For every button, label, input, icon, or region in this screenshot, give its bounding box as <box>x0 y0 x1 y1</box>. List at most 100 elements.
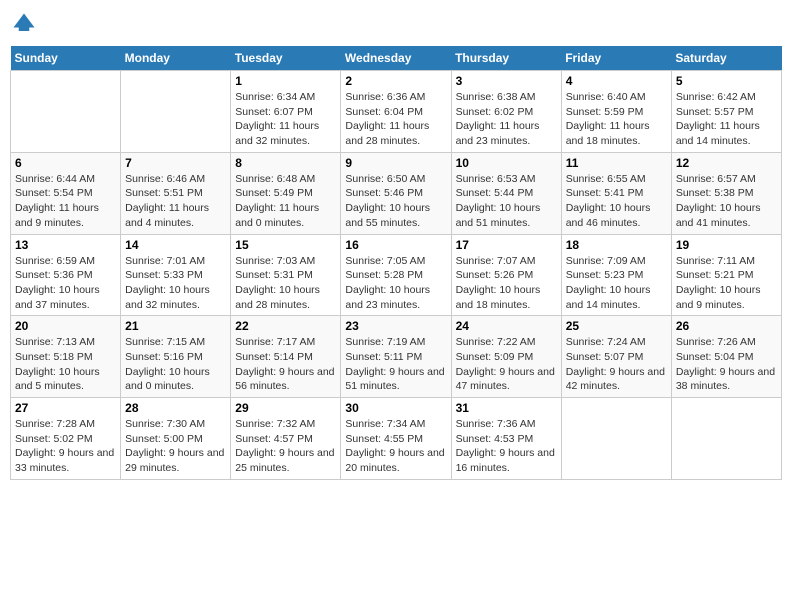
day-number: 29 <box>235 401 336 415</box>
calendar-cell: 19 Sunrise: 7:11 AM Sunset: 5:21 PM Dayli… <box>671 234 781 316</box>
day-detail: Sunrise: 6:38 AM Sunset: 6:02 PM Dayligh… <box>456 90 557 149</box>
day-detail: Sunrise: 6:42 AM Sunset: 5:57 PM Dayligh… <box>676 90 777 149</box>
calendar-week-row: 6Sunrise: 6:44 AM Sunset: 5:54 PM Daylig… <box>11 152 782 234</box>
calendar-cell: 28 Sunrise: 7:30 AM Sunset: 5:00 PM Dayli… <box>121 398 231 480</box>
calendar-cell: 31Sunrise: 7:36 AM Sunset: 4:53 PM Dayli… <box>451 398 561 480</box>
calendar-cell <box>11 71 121 153</box>
calendar-cell: 9 Sunrise: 6:50 AM Sunset: 5:46 PM Daylig… <box>341 152 451 234</box>
day-detail: Sunrise: 6:50 AM Sunset: 5:46 PM Dayligh… <box>345 172 446 231</box>
calendar-cell: 18 Sunrise: 7:09 AM Sunset: 5:23 PM Dayli… <box>561 234 671 316</box>
calendar-cell: 11 Sunrise: 6:55 AM Sunset: 5:41 PM Dayli… <box>561 152 671 234</box>
day-number: 26 <box>676 319 777 333</box>
day-number: 5 <box>676 74 777 88</box>
day-detail: Sunrise: 6:48 AM Sunset: 5:49 PM Dayligh… <box>235 172 336 231</box>
day-number: 9 <box>345 156 446 170</box>
calendar-cell: 12 Sunrise: 6:57 AM Sunset: 5:38 PM Dayli… <box>671 152 781 234</box>
day-detail: Sunrise: 6:36 AM Sunset: 6:04 PM Dayligh… <box>345 90 446 149</box>
weekday-header: Thursday <box>451 46 561 71</box>
day-number: 17 <box>456 238 557 252</box>
calendar-cell: 21 Sunrise: 7:15 AM Sunset: 5:16 PM Dayli… <box>121 316 231 398</box>
day-number: 15 <box>235 238 336 252</box>
day-detail: Sunrise: 7:36 AM Sunset: 4:53 PM Dayligh… <box>456 417 557 476</box>
calendar-week-row: 13 Sunrise: 6:59 AM Sunset: 5:36 PM Dayli… <box>11 234 782 316</box>
day-number: 25 <box>566 319 667 333</box>
weekday-header: Sunday <box>11 46 121 71</box>
day-number: 22 <box>235 319 336 333</box>
weekday-header: Saturday <box>671 46 781 71</box>
day-detail: Sunrise: 7:09 AM Sunset: 5:23 PM Dayligh… <box>566 254 667 313</box>
calendar-cell: 7Sunrise: 6:46 AM Sunset: 5:51 PM Daylig… <box>121 152 231 234</box>
day-number: 11 <box>566 156 667 170</box>
day-number: 30 <box>345 401 446 415</box>
day-number: 4 <box>566 74 667 88</box>
calendar-cell: 4 Sunrise: 6:40 AM Sunset: 5:59 PM Daylig… <box>561 71 671 153</box>
day-detail: Sunrise: 6:44 AM Sunset: 5:54 PM Dayligh… <box>15 172 116 231</box>
calendar-cell: 26 Sunrise: 7:26 AM Sunset: 5:04 PM Dayli… <box>671 316 781 398</box>
calendar-cell: 24 Sunrise: 7:22 AM Sunset: 5:09 PM Dayli… <box>451 316 561 398</box>
day-detail: Sunrise: 6:57 AM Sunset: 5:38 PM Dayligh… <box>676 172 777 231</box>
day-number: 27 <box>15 401 116 415</box>
day-number: 2 <box>345 74 446 88</box>
weekday-header: Monday <box>121 46 231 71</box>
day-number: 19 <box>676 238 777 252</box>
day-detail: Sunrise: 7:24 AM Sunset: 5:07 PM Dayligh… <box>566 335 667 394</box>
day-detail: Sunrise: 6:59 AM Sunset: 5:36 PM Dayligh… <box>15 254 116 313</box>
day-number: 10 <box>456 156 557 170</box>
calendar-cell: 17 Sunrise: 7:07 AM Sunset: 5:26 PM Dayli… <box>451 234 561 316</box>
day-number: 18 <box>566 238 667 252</box>
calendar-week-row: 1 Sunrise: 6:34 AM Sunset: 6:07 PM Daylig… <box>11 71 782 153</box>
calendar-cell: 20Sunrise: 7:13 AM Sunset: 5:18 PM Dayli… <box>11 316 121 398</box>
day-number: 7 <box>125 156 226 170</box>
weekday-header: Friday <box>561 46 671 71</box>
calendar-week-row: 27 Sunrise: 7:28 AM Sunset: 5:02 PM Dayli… <box>11 398 782 480</box>
day-number: 14 <box>125 238 226 252</box>
calendar-cell: 10Sunrise: 6:53 AM Sunset: 5:44 PM Dayli… <box>451 152 561 234</box>
calendar-cell: 5 Sunrise: 6:42 AM Sunset: 5:57 PM Daylig… <box>671 71 781 153</box>
weekday-header-row: SundayMondayTuesdayWednesdayThursdayFrid… <box>11 46 782 71</box>
calendar-week-row: 20Sunrise: 7:13 AM Sunset: 5:18 PM Dayli… <box>11 316 782 398</box>
weekday-header: Tuesday <box>231 46 341 71</box>
day-number: 1 <box>235 74 336 88</box>
day-detail: Sunrise: 7:11 AM Sunset: 5:21 PM Dayligh… <box>676 254 777 313</box>
day-detail: Sunrise: 6:34 AM Sunset: 6:07 PM Dayligh… <box>235 90 336 149</box>
logo-icon <box>10 10 38 38</box>
day-detail: Sunrise: 7:05 AM Sunset: 5:28 PM Dayligh… <box>345 254 446 313</box>
calendar-cell: 1 Sunrise: 6:34 AM Sunset: 6:07 PM Daylig… <box>231 71 341 153</box>
day-number: 28 <box>125 401 226 415</box>
calendar-cell: 22 Sunrise: 7:17 AM Sunset: 5:14 PM Dayli… <box>231 316 341 398</box>
day-detail: Sunrise: 7:17 AM Sunset: 5:14 PM Dayligh… <box>235 335 336 394</box>
weekday-header: Wednesday <box>341 46 451 71</box>
day-number: 20 <box>15 319 116 333</box>
day-number: 13 <box>15 238 116 252</box>
calendar-cell: 6Sunrise: 6:44 AM Sunset: 5:54 PM Daylig… <box>11 152 121 234</box>
day-detail: Sunrise: 7:01 AM Sunset: 5:33 PM Dayligh… <box>125 254 226 313</box>
day-detail: Sunrise: 7:07 AM Sunset: 5:26 PM Dayligh… <box>456 254 557 313</box>
day-detail: Sunrise: 7:34 AM Sunset: 4:55 PM Dayligh… <box>345 417 446 476</box>
day-detail: Sunrise: 7:28 AM Sunset: 5:02 PM Dayligh… <box>15 417 116 476</box>
day-detail: Sunrise: 7:30 AM Sunset: 5:00 PM Dayligh… <box>125 417 226 476</box>
calendar-cell: 8 Sunrise: 6:48 AM Sunset: 5:49 PM Daylig… <box>231 152 341 234</box>
calendar-cell: 25 Sunrise: 7:24 AM Sunset: 5:07 PM Dayli… <box>561 316 671 398</box>
day-detail: Sunrise: 7:19 AM Sunset: 5:11 PM Dayligh… <box>345 335 446 394</box>
day-detail: Sunrise: 6:40 AM Sunset: 5:59 PM Dayligh… <box>566 90 667 149</box>
calendar-cell <box>561 398 671 480</box>
day-detail: Sunrise: 7:22 AM Sunset: 5:09 PM Dayligh… <box>456 335 557 394</box>
logo <box>10 10 42 38</box>
day-detail: Sunrise: 7:26 AM Sunset: 5:04 PM Dayligh… <box>676 335 777 394</box>
calendar-cell: 23 Sunrise: 7:19 AM Sunset: 5:11 PM Dayli… <box>341 316 451 398</box>
day-number: 12 <box>676 156 777 170</box>
calendar-cell: 14 Sunrise: 7:01 AM Sunset: 5:33 PM Dayli… <box>121 234 231 316</box>
day-detail: Sunrise: 7:32 AM Sunset: 4:57 PM Dayligh… <box>235 417 336 476</box>
day-number: 16 <box>345 238 446 252</box>
day-number: 21 <box>125 319 226 333</box>
day-number: 24 <box>456 319 557 333</box>
calendar-cell: 29 Sunrise: 7:32 AM Sunset: 4:57 PM Dayli… <box>231 398 341 480</box>
day-number: 8 <box>235 156 336 170</box>
calendar-cell <box>121 71 231 153</box>
calendar-cell: 2 Sunrise: 6:36 AM Sunset: 6:04 PM Daylig… <box>341 71 451 153</box>
day-number: 23 <box>345 319 446 333</box>
calendar-cell: 16 Sunrise: 7:05 AM Sunset: 5:28 PM Dayli… <box>341 234 451 316</box>
page-header <box>10 10 782 38</box>
day-detail: Sunrise: 7:15 AM Sunset: 5:16 PM Dayligh… <box>125 335 226 394</box>
day-detail: Sunrise: 6:55 AM Sunset: 5:41 PM Dayligh… <box>566 172 667 231</box>
